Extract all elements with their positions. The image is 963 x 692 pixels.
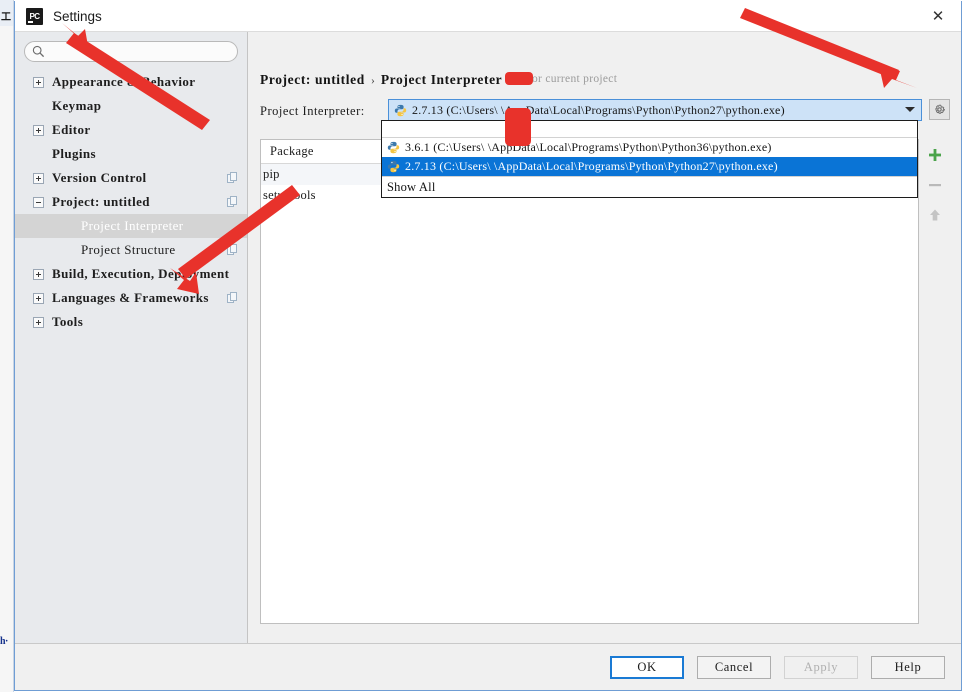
sidebar-item-version-control[interactable]: Version Control <box>15 166 247 190</box>
sidebar-item-tools[interactable]: Tools <box>15 310 247 334</box>
interpreter-selected-value: 2.7.13 (C:\Users\ \AppData\Local\Program… <box>412 102 785 117</box>
cancel-button[interactable]: Cancel <box>697 655 771 679</box>
sidebar-item-label: Tools <box>52 314 84 329</box>
dialog-body: Appearance & Behavior Keymap Editor Plugins… <box>15 32 961 643</box>
sidebar-item-project-untitled[interactable]: Project: untitled <box>15 190 247 214</box>
background-bottom-glyph: h· <box>0 636 8 647</box>
background-app-strip: 工 h· <box>0 0 14 692</box>
package-name-cell: setuptools <box>263 188 316 202</box>
gear-glyph <box>935 104 945 114</box>
expand-icon[interactable] <box>33 124 44 136</box>
python-icon <box>394 104 407 116</box>
add-package-button[interactable] <box>927 147 943 163</box>
sidebar-item-label: Appearance & Behavior <box>52 74 196 89</box>
python-icon <box>387 141 400 154</box>
expand-icon[interactable] <box>33 316 44 328</box>
remove-package-button[interactable] <box>927 177 943 193</box>
redaction-blob-dropdown <box>505 108 531 146</box>
settings-content-pane: Project: untitled › Project Interpreter … <box>248 32 961 643</box>
redaction-blob-combo <box>505 72 533 85</box>
sidebar-item-label: Project Structure <box>81 242 176 257</box>
settings-dialog: PC Settings ✕ Appearance & Behavior Keyma… <box>14 1 962 691</box>
copy-icon[interactable] <box>227 292 238 304</box>
breadcrumb-parent[interactable]: Project: untitled <box>260 72 365 88</box>
sidebar-item-label: Project Interpreter <box>81 218 184 233</box>
pycharm-logo-icon: PC <box>26 7 43 25</box>
python-icon <box>387 160 400 173</box>
search-input[interactable] <box>49 42 229 61</box>
collapse-icon[interactable] <box>33 196 44 208</box>
sidebar-item-label: Plugins <box>52 146 96 161</box>
packages-toolbar <box>921 139 949 624</box>
package-name-cell: pip <box>263 167 280 181</box>
dropdown-option-label: 3.6.1 (C:\Users\ \AppData\Local\Programs… <box>405 140 772 154</box>
packages-panel: Package pip setuptools <box>260 139 919 624</box>
search-box[interactable] <box>24 41 238 62</box>
apply-button: Apply <box>784 655 858 679</box>
expand-icon[interactable] <box>33 76 44 88</box>
chevron-down-icon[interactable] <box>905 107 915 112</box>
ok-button[interactable]: OK <box>610 655 684 679</box>
breadcrumb-scope-text: For current project <box>525 72 618 85</box>
dialog-footer: OK Cancel Apply Help <box>15 643 961 690</box>
sidebar-item-appearance-behavior[interactable]: Appearance & Behavior <box>15 70 247 94</box>
sidebar-item-languages-frameworks[interactable]: Languages & Frameworks <box>15 286 247 310</box>
settings-tree: Appearance & Behavior Keymap Editor Plugins… <box>15 66 247 643</box>
sidebar-item-label: Build, Execution, Deployment <box>52 266 230 281</box>
breadcrumb-separator: › <box>370 73 375 87</box>
help-button[interactable]: Help <box>871 655 945 679</box>
sidebar-item-project-structure[interactable]: Project Structure <box>15 238 247 262</box>
dropdown-top-pad <box>382 121 917 138</box>
interpreter-combobox[interactable]: 2.7.13 (C:\Users\ \AppData\Local\Program… <box>388 99 922 121</box>
expand-icon[interactable] <box>33 172 44 184</box>
window-title: Settings <box>53 8 102 24</box>
sidebar-item-label: Languages & Frameworks <box>52 290 209 305</box>
interpreter-dropdown: 3.6.1 (C:\Users\ \AppData\Local\Programs… <box>381 120 918 198</box>
expand-icon[interactable] <box>33 292 44 304</box>
search-icon <box>32 45 45 58</box>
sidebar-item-plugins[interactable]: Plugins <box>15 142 247 166</box>
copy-icon[interactable] <box>227 196 238 208</box>
minus-icon <box>929 184 941 187</box>
plus-icon <box>929 149 941 161</box>
close-icon[interactable]: ✕ <box>915 1 961 31</box>
gear-icon[interactable] <box>929 99 950 120</box>
copy-icon[interactable] <box>227 244 238 256</box>
dropdown-show-all-item[interactable]: Show All <box>382 177 917 197</box>
breadcrumb: Project: untitled › Project Interpreter … <box>260 72 617 88</box>
dialog-titlebar: PC Settings ✕ <box>15 1 961 32</box>
sidebar-item-label: Keymap <box>52 98 102 113</box>
arrow-up-icon <box>930 209 940 221</box>
dropdown-option-label: 2.7.13 (C:\Users\ \AppData\Local\Program… <box>405 159 778 173</box>
sidebar-item-label: Version Control <box>52 170 147 185</box>
breadcrumb-current: Project Interpreter <box>380 72 503 87</box>
background-body <box>0 26 13 692</box>
sidebar-item-keymap[interactable]: Keymap <box>15 94 247 118</box>
sidebar-item-build-execution-deployment[interactable]: Build, Execution, Deployment <box>15 262 247 286</box>
sidebar-item-project-interpreter[interactable]: Project Interpreter <box>15 214 247 238</box>
copy-icon[interactable] <box>227 172 238 184</box>
sidebar-item-editor[interactable]: Editor <box>15 118 247 142</box>
sidebar-item-label: Editor <box>52 122 91 137</box>
sidebar-item-label: Project: untitled <box>52 194 150 209</box>
background-top-glyph: 工 <box>1 12 11 23</box>
interpreter-field-label: Project Interpreter: <box>260 104 365 118</box>
settings-sidebar: Appearance & Behavior Keymap Editor Plugins… <box>15 32 248 643</box>
dropdown-option[interactable]: 3.6.1 (C:\Users\ \AppData\Local\Programs… <box>382 138 917 157</box>
dropdown-options: 3.6.1 (C:\Users\ \AppData\Local\Programs… <box>382 138 917 176</box>
expand-icon[interactable] <box>33 268 44 280</box>
search-container <box>15 32 247 66</box>
dropdown-option[interactable]: 2.7.13 (C:\Users\ \AppData\Local\Program… <box>382 157 917 176</box>
upgrade-package-button[interactable] <box>927 207 943 223</box>
